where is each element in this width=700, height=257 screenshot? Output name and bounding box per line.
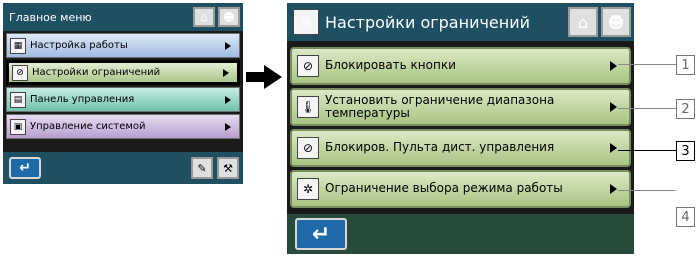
main-menu-screen: Главное меню ⌂ ☻ ▦ Настройка работы ⊘ На… xyxy=(3,3,243,184)
settings-icon: ▦ xyxy=(10,37,26,54)
restriction-item-label: Блокировать кнопки xyxy=(325,58,456,73)
chevron-right-icon xyxy=(223,68,229,77)
menu-item-control-panel[interactable]: ▤ Панель управления xyxy=(6,87,240,112)
menu-item-restriction-settings[interactable]: ⊘ Настройки ограничений xyxy=(6,60,240,85)
edit-icon[interactable]: ✎ xyxy=(191,157,213,179)
restrictions-screen: ⊘ Настройки ограничений ⌂ ☻ ⊘ Блокироват… xyxy=(287,3,634,254)
main-menu-title: Главное меню xyxy=(9,10,92,24)
main-menu-header: Главное меню ⌂ ☻ xyxy=(3,3,243,31)
restriction-item-lock-buttons[interactable]: ⊘ Блокировать кнопки xyxy=(290,47,631,85)
main-menu-footer: ↵ ✎ ⚒ xyxy=(3,152,243,184)
chevron-right-icon xyxy=(610,143,617,153)
callout-1: 1 xyxy=(676,55,695,75)
button-lock-icon: ⊘ xyxy=(297,55,319,77)
menu-item-label: Настройки ограничений xyxy=(32,67,161,78)
callout-line-2 xyxy=(618,108,676,109)
restriction-item-remote-lock[interactable]: ⊘ Блокиров. Пульта дист. управления xyxy=(290,129,631,167)
restrictions-title: Настройки ограничений xyxy=(325,12,531,32)
thermometer-icon: 🌡 xyxy=(297,96,319,118)
restriction-icon: ⊘ xyxy=(12,64,28,81)
menu-item-label: Управление системой xyxy=(30,121,146,132)
back-button[interactable]: ↵ xyxy=(295,218,347,250)
remote-lock-icon: ⊘ xyxy=(297,137,319,159)
mode-restrict-icon: ✲ xyxy=(297,178,319,200)
system-icon: ▣ xyxy=(10,118,26,135)
callout-line-1 xyxy=(618,64,676,65)
back-button[interactable]: ↵ xyxy=(9,157,41,179)
user-icon[interactable]: ☻ xyxy=(218,7,240,27)
restriction-icon: ⊘ xyxy=(293,9,319,35)
user-icon[interactable]: ☻ xyxy=(601,7,631,37)
chevron-right-icon xyxy=(610,61,617,71)
callout-3: 3 xyxy=(676,141,695,161)
menu-item-label: Панель управления xyxy=(30,94,135,105)
chevron-right-icon xyxy=(225,41,231,50)
restrictions-list: ⊘ Блокировать кнопки 🌡 Установить ограни… xyxy=(287,41,634,214)
main-menu-list: ▦ Настройка работы ⊘ Настройки ограничен… xyxy=(3,31,243,152)
menu-item-label: Настройка работы xyxy=(30,40,128,51)
callout-2: 2 xyxy=(676,99,695,119)
restriction-item-mode-restriction[interactable]: ✲ Ограничение выбора режима работы xyxy=(290,170,631,208)
chevron-right-icon xyxy=(610,102,617,112)
chevron-right-icon xyxy=(225,122,231,131)
footer-tools: ✎ ⚒ xyxy=(191,157,239,179)
restriction-item-label: Блокиров. Пульта дист. управления xyxy=(325,140,555,155)
callout-4: 4 xyxy=(676,207,695,227)
home-icon[interactable]: ⌂ xyxy=(568,7,598,37)
menu-item-system-management[interactable]: ▣ Управление системой xyxy=(6,114,240,139)
transition-arrow-icon xyxy=(246,65,282,89)
home-icon[interactable]: ⌂ xyxy=(193,7,215,27)
restriction-item-label: Ограничение выбора режима работы xyxy=(325,181,563,196)
chevron-right-icon xyxy=(610,184,617,194)
restriction-item-label: Установить ограничение диапазона темпера… xyxy=(325,92,555,120)
callout-line-3 xyxy=(618,150,676,151)
restriction-item-temperature-range[interactable]: 🌡 Установить ограничение диапазона темпе… xyxy=(290,88,631,126)
wrench-icon[interactable]: ⚒ xyxy=(217,157,239,179)
panel-icon: ▤ xyxy=(10,91,26,108)
callout-line-4 xyxy=(618,190,676,191)
restrictions-footer: ↵ xyxy=(287,214,634,254)
restrictions-header: ⊘ Настройки ограничений ⌂ ☻ xyxy=(287,3,634,41)
menu-item-operation-settings[interactable]: ▦ Настройка работы xyxy=(6,33,240,58)
chevron-right-icon xyxy=(225,95,231,104)
